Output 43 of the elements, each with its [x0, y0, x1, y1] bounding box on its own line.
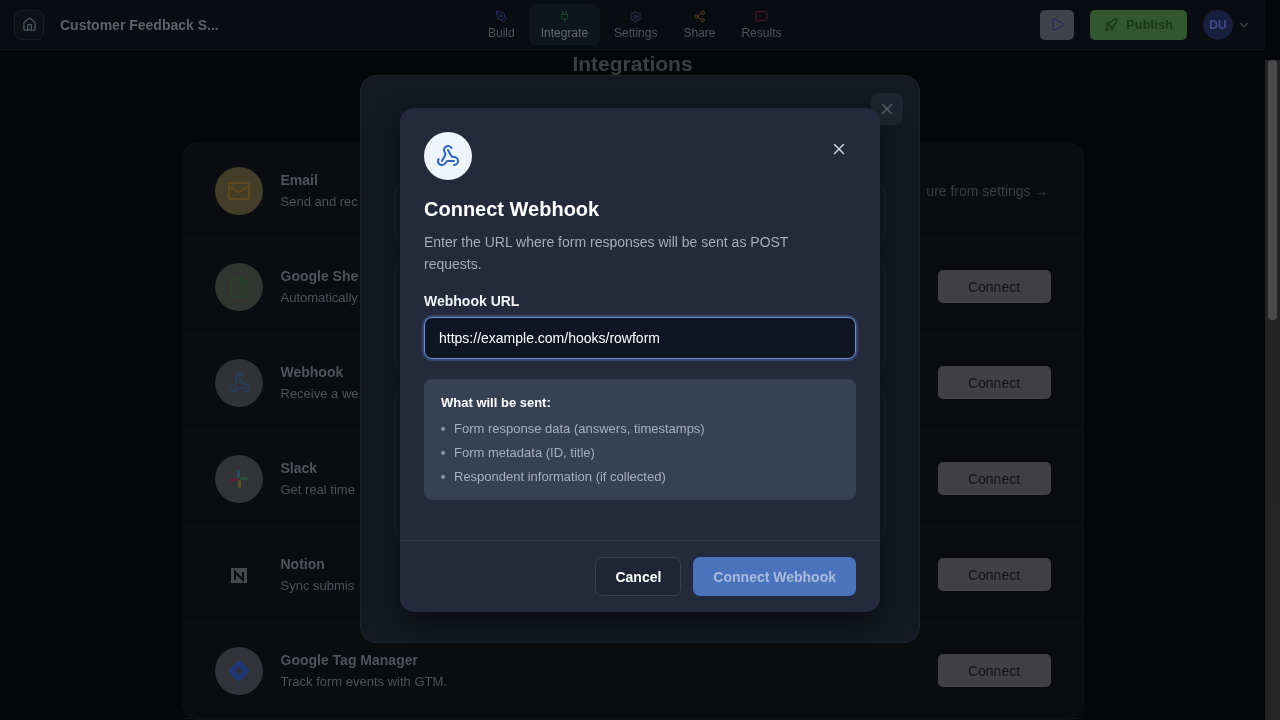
- form-title: Customer Feedback S...: [60, 16, 220, 33]
- dialog-description: Enter the URL where form responses will be sent as POST requests.: [424, 233, 790, 274]
- home-icon: [21, 17, 37, 32]
- nav-tab[interactable]: Settings: [602, 4, 670, 45]
- integration-description: Receive a we: [280, 386, 359, 401]
- integration-name: Slack: [280, 460, 318, 476]
- nav-tab[interactable]: Results: [729, 4, 794, 45]
- info-item: Respondent information (if collected): [454, 468, 666, 486]
- info-item: Form metadata (ID, title): [454, 444, 595, 462]
- url-input-field[interactable]: https://example.com/hooks/rowform: [424, 317, 856, 359]
- settings-icon: [629, 10, 643, 23]
- bullet-icon: [441, 475, 445, 479]
- integration-name: Google She: [280, 268, 359, 284]
- pen-icon: [494, 10, 508, 23]
- nav-tab[interactable]: Build: [476, 4, 527, 45]
- rocket-icon: [1104, 17, 1119, 32]
- integration-description: Get real time: [280, 482, 355, 497]
- dialog-title: Connect Webhook: [424, 198, 601, 221]
- integration-name: Email: [280, 172, 318, 188]
- bullet-icon: [441, 427, 445, 431]
- integration-description: Send and rec: [280, 194, 358, 209]
- user-avatar[interactable]: DU: [1203, 9, 1233, 40]
- integration-name: Google Tag Manager: [280, 652, 418, 668]
- integration-description: Sync submis: [280, 578, 355, 593]
- scrollbar[interactable]: [1265, 60, 1280, 720]
- integration-name: Webhook: [280, 364, 344, 380]
- integration-name: Notion: [280, 556, 325, 572]
- share-icon: [692, 10, 706, 23]
- integration-description: Track form events with GTM.: [280, 674, 447, 689]
- info-heading: What will be sent:: [441, 395, 552, 410]
- field-label: Webhook URL: [424, 293, 521, 309]
- page-heading: Integrations: [572, 54, 693, 77]
- play-icon: [1049, 17, 1065, 32]
- nav-tab[interactable]: Share: [671, 4, 728, 45]
- bullet-icon: [441, 451, 445, 455]
- preview-button[interactable]: [1040, 9, 1075, 40]
- integration-description: Automatically: [280, 290, 358, 305]
- home-button[interactable]: [14, 9, 44, 40]
- cancel-button[interactable]: Cancel: [595, 557, 682, 596]
- chat-icon: [754, 10, 768, 23]
- nav-tab[interactable]: Integrate: [528, 4, 601, 45]
- info-item: Form response data (answers, timestamps): [454, 420, 705, 438]
- webhook-icon: [424, 132, 472, 180]
